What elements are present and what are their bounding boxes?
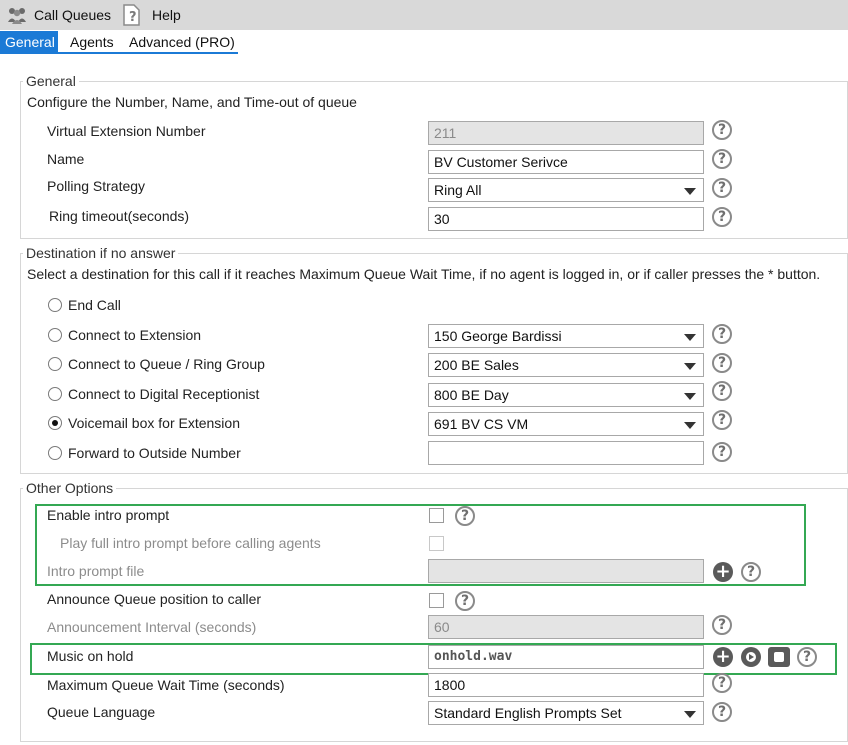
svg-text:?: ? bbox=[129, 10, 137, 25]
receptionist-select[interactable]: 800 BE Day bbox=[428, 383, 704, 407]
other-options-legend: Other Options bbox=[23, 480, 117, 496]
queue-language-select[interactable]: Standard English Prompts Set bbox=[428, 701, 704, 725]
voicemail-value: 691 BV CS VM bbox=[434, 416, 529, 432]
voicemail-select[interactable]: 691 BV CS VM bbox=[428, 412, 704, 436]
music-on-hold-input[interactable]: onhold.wav bbox=[428, 645, 704, 669]
general-description: Configure the Number, Name, and Time-out… bbox=[27, 94, 357, 110]
help-icon[interactable]: ? bbox=[455, 591, 475, 611]
help-icon[interactable]: ? bbox=[712, 324, 732, 344]
help-menu[interactable]: ? Help bbox=[120, 0, 181, 30]
receptionist-value: 800 BE Day bbox=[434, 387, 509, 403]
queue-value: 200 BE Sales bbox=[434, 357, 519, 373]
connect-queue-label: Connect to Queue / Ring Group bbox=[68, 356, 265, 372]
ring-timeout-input[interactable]: 30 bbox=[428, 207, 704, 231]
intro-prompt-file-label: Intro prompt file bbox=[47, 563, 145, 579]
name-label: Name bbox=[47, 151, 85, 167]
polling-strategy-value: Ring All bbox=[434, 182, 482, 198]
help-document-icon: ? bbox=[123, 4, 140, 26]
polling-strategy-select[interactable]: Ring All bbox=[428, 178, 704, 202]
help-icon[interactable]: ? bbox=[712, 615, 732, 635]
call-queues-icon bbox=[8, 8, 26, 24]
queue-select[interactable]: 200 BE Sales bbox=[428, 353, 704, 377]
help-icon[interactable]: ? bbox=[712, 149, 732, 169]
tab-agents[interactable]: Agents bbox=[64, 31, 120, 53]
extension-select[interactable]: 150 George Bardissi bbox=[428, 324, 704, 348]
connect-extension-label: Connect to Extension bbox=[68, 327, 202, 343]
help-icon[interactable]: ? bbox=[741, 562, 761, 582]
help-icon[interactable]: ? bbox=[455, 506, 475, 526]
tab-advanced-pro[interactable]: Advanced (PRO) bbox=[123, 31, 241, 53]
call-queues-menu[interactable]: Call Queues bbox=[6, 0, 111, 30]
max-wait-label: Maximum Queue Wait Time (seconds) bbox=[47, 677, 285, 693]
announce-position-checkbox[interactable] bbox=[429, 593, 444, 608]
enable-intro-checkbox[interactable] bbox=[429, 508, 444, 523]
play-icon[interactable] bbox=[741, 647, 761, 667]
play-full-intro-label: Play full intro prompt before calling ag… bbox=[60, 535, 321, 551]
stop-icon[interactable] bbox=[768, 647, 790, 667]
intro-prompt-file-input[interactable] bbox=[428, 559, 704, 583]
destination-legend: Destination if no answer bbox=[23, 245, 179, 261]
announce-position-label: Announce Queue position to caller bbox=[47, 591, 262, 607]
virtual-extension-label: Virtual Extension Number bbox=[47, 123, 206, 139]
radio-connect-queue[interactable] bbox=[48, 357, 62, 371]
general-legend: General bbox=[23, 73, 79, 89]
destination-description: Select a destination for this call if it… bbox=[27, 266, 821, 282]
announcement-interval-label: Announcement Interval (seconds) bbox=[47, 619, 257, 635]
max-wait-input[interactable]: 1800 bbox=[428, 673, 704, 697]
name-input[interactable]: BV Customer Serivce bbox=[428, 150, 704, 174]
radio-forward-outside[interactable] bbox=[48, 446, 62, 460]
forward-outside-label: Forward to Outside Number bbox=[68, 445, 241, 461]
help-icon[interactable]: ? bbox=[712, 178, 732, 198]
tab-underline bbox=[0, 52, 238, 54]
call-queues-label: Call Queues bbox=[34, 7, 112, 23]
announcement-interval-input[interactable]: 60 bbox=[428, 615, 704, 639]
voicemail-label: Voicemail box for Extension bbox=[68, 415, 240, 431]
tab-general[interactable]: General bbox=[0, 31, 58, 53]
chevron-down-icon bbox=[684, 422, 696, 429]
help-icon[interactable]: ? bbox=[712, 353, 732, 373]
help-icon[interactable]: ? bbox=[797, 647, 817, 667]
music-on-hold-label: Music on hold bbox=[47, 648, 134, 664]
chevron-down-icon bbox=[684, 393, 696, 400]
polling-strategy-label: Polling Strategy bbox=[47, 178, 146, 194]
connect-receptionist-label: Connect to Digital Receptionist bbox=[68, 386, 260, 402]
chevron-down-icon bbox=[684, 711, 696, 718]
end-call-label: End Call bbox=[68, 297, 121, 313]
radio-end-call[interactable] bbox=[48, 298, 62, 312]
play-full-intro-checkbox[interactable] bbox=[429, 536, 444, 551]
help-icon[interactable]: ? bbox=[712, 381, 732, 401]
help-icon[interactable]: ? bbox=[712, 442, 732, 462]
virtual-extension-input[interactable]: 211 bbox=[428, 121, 704, 145]
queue-language-label: Queue Language bbox=[47, 704, 156, 720]
help-icon[interactable]: ? bbox=[712, 410, 732, 430]
help-icon[interactable]: ? bbox=[712, 207, 732, 227]
enable-intro-label: Enable intro prompt bbox=[47, 507, 170, 523]
chevron-down-icon bbox=[684, 334, 696, 341]
help-icon[interactable]: ? bbox=[712, 702, 732, 722]
help-icon[interactable]: ? bbox=[712, 673, 732, 693]
chevron-down-icon bbox=[684, 188, 696, 195]
radio-connect-extension[interactable] bbox=[48, 328, 62, 342]
radio-connect-receptionist[interactable] bbox=[48, 387, 62, 401]
chevron-down-icon bbox=[684, 363, 696, 370]
radio-voicemail[interactable] bbox=[48, 416, 62, 430]
ring-timeout-label: Ring timeout(seconds) bbox=[49, 208, 190, 224]
outside-number-input[interactable] bbox=[428, 441, 704, 465]
queue-language-value: Standard English Prompts Set bbox=[434, 705, 622, 721]
help-label: Help bbox=[152, 7, 181, 23]
extension-value: 150 George Bardissi bbox=[434, 328, 562, 344]
help-icon[interactable]: ? bbox=[712, 120, 732, 140]
add-intro-file-icon[interactable]: + bbox=[713, 562, 733, 582]
add-music-icon[interactable]: + bbox=[713, 647, 733, 667]
